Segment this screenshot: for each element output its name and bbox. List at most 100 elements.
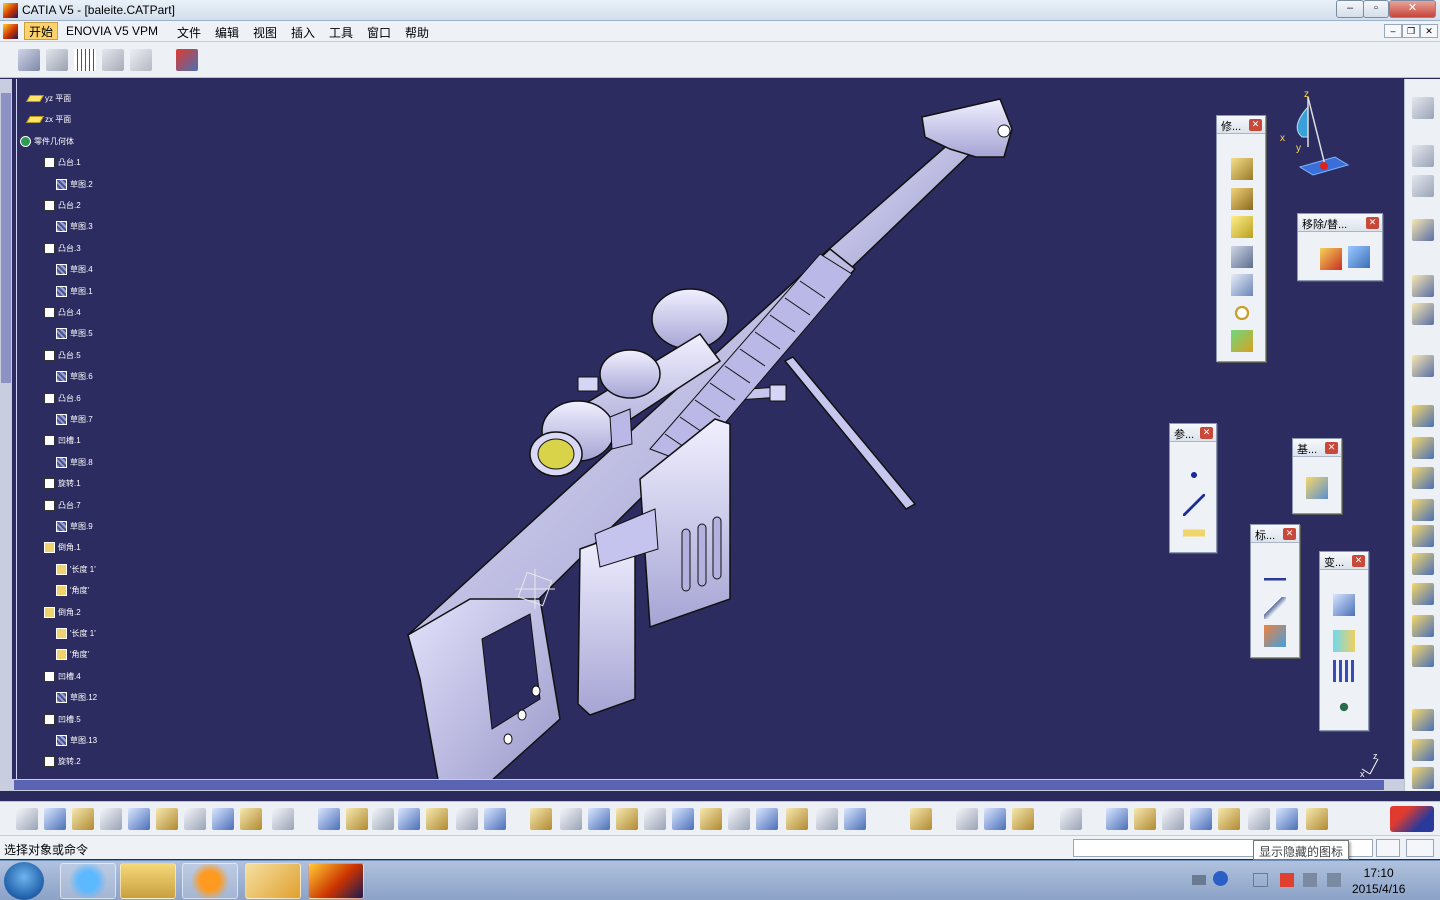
axis-icon[interactable] [1162, 808, 1184, 830]
publish-icon[interactable] [910, 808, 932, 830]
knowledge-advisor-icon[interactable] [1248, 808, 1270, 830]
draft-toolbar-icon[interactable] [1412, 767, 1434, 789]
compass[interactable]: z x y [1280, 87, 1350, 177]
tray-expand-icon[interactable] [1253, 873, 1268, 887]
palette-close-icon[interactable]: ✕ [1249, 119, 1262, 131]
minimize-button[interactable]: – [1336, 0, 1364, 18]
decimal-icon[interactable] [1190, 808, 1212, 830]
sketch-output-icon[interactable] [130, 49, 152, 71]
plane-icon[interactable] [1183, 522, 1205, 544]
sketch-grid-icon[interactable] [74, 49, 96, 71]
swap-space-icon[interactable] [844, 808, 866, 830]
menu-edit[interactable]: 编辑 [215, 24, 239, 41]
paste-geometry-icon[interactable] [1412, 175, 1434, 197]
replace-face-icon[interactable] [1348, 246, 1370, 268]
menu-enovia[interactable]: ENOVIA V5 VPM [66, 24, 158, 38]
palette-base[interactable]: 基... ✕ [1292, 438, 1342, 514]
slot-toolbar-icon[interactable] [1412, 583, 1434, 605]
chamfer-toolbar-icon[interactable] [1412, 739, 1434, 761]
mirror-icon[interactable] [1333, 630, 1355, 652]
copy-geometry-icon[interactable] [1412, 145, 1434, 167]
whats-this-icon[interactable] [272, 808, 294, 830]
menu-start[interactable]: 开始 [24, 22, 59, 40]
knowledge-icon[interactable] [372, 808, 394, 830]
stiffener-toolbar-icon[interactable] [1412, 615, 1434, 637]
thickness-icon[interactable] [1231, 330, 1253, 352]
sketch-tool-icon[interactable] [18, 49, 40, 71]
horizontal-scroll-thumb[interactable] [14, 780, 1384, 790]
line-icon[interactable] [1183, 494, 1205, 516]
normal-view-icon[interactable] [700, 808, 722, 830]
pad-toolbar-icon[interactable] [1412, 405, 1434, 427]
mail-taskbar-icon[interactable] [245, 863, 301, 899]
palette-close-icon[interactable]: ✕ [1352, 555, 1365, 567]
save-icon[interactable] [72, 808, 94, 830]
media-player-taskbar-icon[interactable] [182, 863, 238, 899]
shaft-toolbar-icon[interactable] [1412, 467, 1434, 489]
measure-icon[interactable] [956, 808, 978, 830]
translation-icon[interactable] [1333, 594, 1355, 616]
start-button[interactable] [4, 862, 44, 900]
clock[interactable]: 17:10 2015/4/16 [1352, 865, 1405, 897]
3d-viewport[interactable]: yz 平面 zx 平面 零件几何体 凸台.1 草图.2 凸台.2 草图.3 凸台.3 草图.4 草… [0, 79, 1404, 791]
pattern-icon[interactable] [1333, 660, 1355, 682]
lock-icon[interactable] [456, 808, 478, 830]
eraser-icon[interactable] [1306, 808, 1328, 830]
tools-options-icon[interactable] [1412, 97, 1434, 119]
maximize-button[interactable]: ▫ [1363, 0, 1389, 18]
menu-insert[interactable]: 插入 [291, 24, 315, 41]
doc-icon[interactable] [426, 808, 448, 830]
hole-icon[interactable] [1231, 302, 1253, 324]
redo-icon[interactable] [240, 808, 262, 830]
remove-face-icon[interactable] [1320, 248, 1342, 270]
manipulator-icon[interactable] [1134, 808, 1156, 830]
status-button-1[interactable] [1376, 839, 1400, 857]
fit-all-icon[interactable] [560, 808, 582, 830]
tray-flag-icon[interactable] [1280, 873, 1294, 887]
fly-mode-icon[interactable] [530, 808, 552, 830]
iso-view-icon[interactable] [756, 808, 778, 830]
view-normal-icon[interactable] [1412, 303, 1434, 325]
catia-app-icon[interactable] [3, 3, 18, 18]
pad-icon[interactable] [1231, 158, 1253, 180]
point-icon[interactable] [1183, 464, 1205, 486]
catalog-browser-icon[interactable] [1218, 808, 1240, 830]
explorer-taskbar-icon[interactable] [120, 863, 176, 899]
capture-icon[interactable] [1060, 808, 1082, 830]
copy-icon[interactable] [156, 808, 178, 830]
snap-icon[interactable] [484, 808, 506, 830]
ie-taskbar-icon[interactable] [60, 863, 116, 899]
zoom-out-icon[interactable] [672, 808, 694, 830]
palette-remove[interactable]: 移除/替... ✕ [1297, 213, 1383, 281]
menu-window[interactable]: 窗口 [367, 24, 391, 41]
multi-pad-icon[interactable] [1231, 274, 1253, 296]
tray-help-icon[interactable] [1213, 871, 1228, 886]
rib-icon[interactable] [1231, 246, 1253, 268]
catia-menu-icon[interactable] [3, 24, 18, 39]
horizontal-scrollbar[interactable] [12, 779, 1404, 791]
split-icon[interactable] [1306, 477, 1328, 499]
select-arrow-icon[interactable] [1412, 219, 1434, 241]
palette-annotation[interactable]: 标... ✕ [1250, 524, 1300, 658]
undo-icon[interactable] [212, 808, 234, 830]
comment-icon[interactable] [346, 808, 368, 830]
sketcher-icon[interactable] [1412, 355, 1434, 377]
pocket-toolbar-icon[interactable] [1412, 437, 1434, 459]
open-icon[interactable] [44, 808, 66, 830]
palette-close-icon[interactable]: ✕ [1325, 442, 1338, 454]
paste-icon[interactable] [184, 808, 206, 830]
doc-minimize-button[interactable]: – [1384, 24, 1402, 38]
tray-keyboard-icon[interactable] [1192, 875, 1206, 885]
text-annotation-icon[interactable] [1264, 565, 1286, 587]
sketch-copy-icon[interactable] [46, 49, 68, 71]
doc-close-button[interactable]: ✕ [1420, 24, 1438, 38]
close-button[interactable]: ✕ [1389, 0, 1436, 18]
catalog-icon[interactable] [176, 49, 198, 71]
loft-toolbar-icon[interactable] [1412, 645, 1434, 667]
rib-toolbar-icon[interactable] [1412, 553, 1434, 575]
shading-icon[interactable] [786, 808, 808, 830]
sketch-plane-icon[interactable] [1412, 275, 1434, 297]
palette-modify[interactable]: 修... ✕ [1216, 115, 1266, 362]
menu-tools[interactable]: 工具 [329, 24, 353, 41]
menu-view[interactable]: 视图 [253, 24, 277, 41]
